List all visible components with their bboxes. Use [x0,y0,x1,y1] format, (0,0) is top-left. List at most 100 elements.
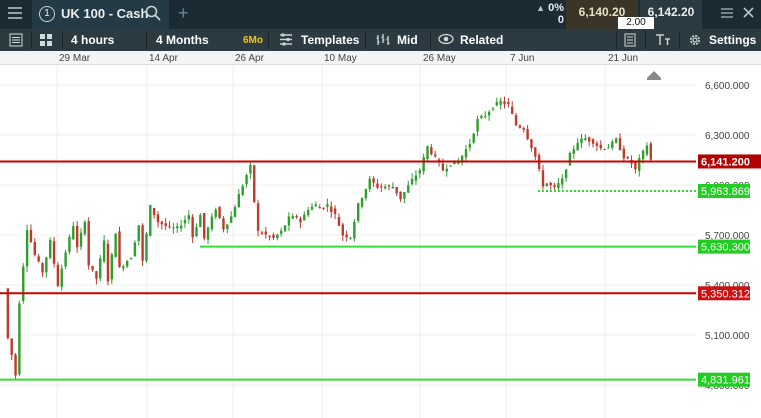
candle-body [638,158,641,171]
candle-body [572,149,575,154]
candle-body [557,183,560,189]
candle-body [249,164,252,174]
candle-body [264,231,267,235]
instrument-tab[interactable]: 1 UK 100 - Cash [32,0,169,29]
eye-icon[interactable] [438,33,454,48]
grid-icon[interactable] [39,33,53,50]
range-select[interactable]: 4 Months [156,33,209,47]
candle-body [199,214,202,228]
candle-body [357,203,360,221]
interval-select[interactable]: 4 hours [71,33,114,47]
candle-body [618,138,622,151]
doc-icon[interactable] [624,33,636,50]
candle-body [395,187,398,194]
candle-body [345,234,348,238]
candle-body [464,149,468,158]
candle-body [291,215,294,219]
candle-body [499,100,502,105]
templates-icon[interactable] [279,33,293,49]
bar-chart-icon[interactable] [375,33,391,49]
candle-body [422,157,425,172]
candle-body [83,221,87,234]
related-button[interactable]: Related [460,33,503,47]
candle-body [410,178,414,185]
candle-body [72,226,75,240]
candle-body [414,175,418,181]
candle-body [260,232,264,234]
candle-body [426,146,429,159]
price-chart[interactable]: 6,600.0006,300.0006,000.0005,700.0005,40… [0,65,761,418]
candle-body [129,258,133,260]
candle-body [172,227,175,229]
candle-body [649,143,652,160]
candle-body [514,115,518,126]
candle-body [595,143,599,146]
hamburger-icon[interactable] [8,7,22,21]
price-level-label: 4,831.961 [701,375,750,387]
instrument-name: UK 100 - Cash [61,6,149,21]
candle-body [152,207,156,215]
candle-body [603,149,606,151]
candle-body [476,118,479,132]
candle-body [580,138,583,144]
candle-body [372,178,375,183]
candle-body [126,261,129,267]
candle-body [160,221,164,225]
candle-body [222,218,225,230]
candle-body [102,240,106,262]
candle-body [183,219,187,224]
candle-body [276,234,279,239]
candle-body [64,252,67,267]
detach-icon[interactable] [720,6,734,23]
list-icon[interactable] [9,33,23,50]
candle-body [22,266,25,301]
candle-body [314,204,318,207]
settings-button[interactable]: Settings [709,33,756,47]
candle-body [518,125,522,128]
candle-body [214,209,217,217]
candle-body [218,206,221,219]
date-axis: 29 Mar 14 Apr 26 Apr 10 May 26 May 7 Jun… [0,51,761,65]
chart-toolbar: 4 hours 4 Months 6Mo Templates Mid Relat… [0,29,761,51]
candle-body [430,147,433,155]
candle-body [52,241,56,264]
candle-body [561,178,564,185]
plus-icon[interactable]: + [178,3,189,24]
text-size-icon[interactable] [655,33,671,49]
candle-body [568,152,572,166]
close-icon[interactable] [742,6,755,22]
candle-body [387,185,391,187]
y-tick-label: 5,100.000 [705,331,750,342]
candle-body [203,213,206,239]
price-type-button[interactable]: Mid [397,33,418,47]
candle-body [522,128,525,130]
candle-body [45,257,48,273]
price-level-label: 5,963.869 [701,186,750,198]
candle-body [341,224,344,236]
search-icon[interactable] [145,5,161,24]
candle-body [6,288,10,339]
candle-body [91,265,94,270]
candle-body [306,209,310,216]
candle-body [545,183,549,187]
candle-body [141,225,144,261]
candle-body [326,204,329,207]
candle-body [118,231,121,267]
candle-body [622,148,626,159]
gear-icon[interactable] [688,33,702,50]
spread-value: 2.00 [618,17,654,29]
candle-body [226,224,229,230]
tab-number: 1 [39,6,55,22]
templates-button[interactable]: Templates [301,33,359,47]
candle-body [495,102,498,106]
candle-body [168,226,171,228]
candle-body [75,225,79,248]
candle-body [534,147,537,157]
date-tick: 10 May [324,53,357,64]
range-preset[interactable]: 6Mo [243,35,263,46]
candle-body [95,271,98,279]
candle-body [607,147,610,149]
candle-body [530,139,533,149]
candle-body [187,215,190,220]
scroll-marker-icon [647,71,661,80]
